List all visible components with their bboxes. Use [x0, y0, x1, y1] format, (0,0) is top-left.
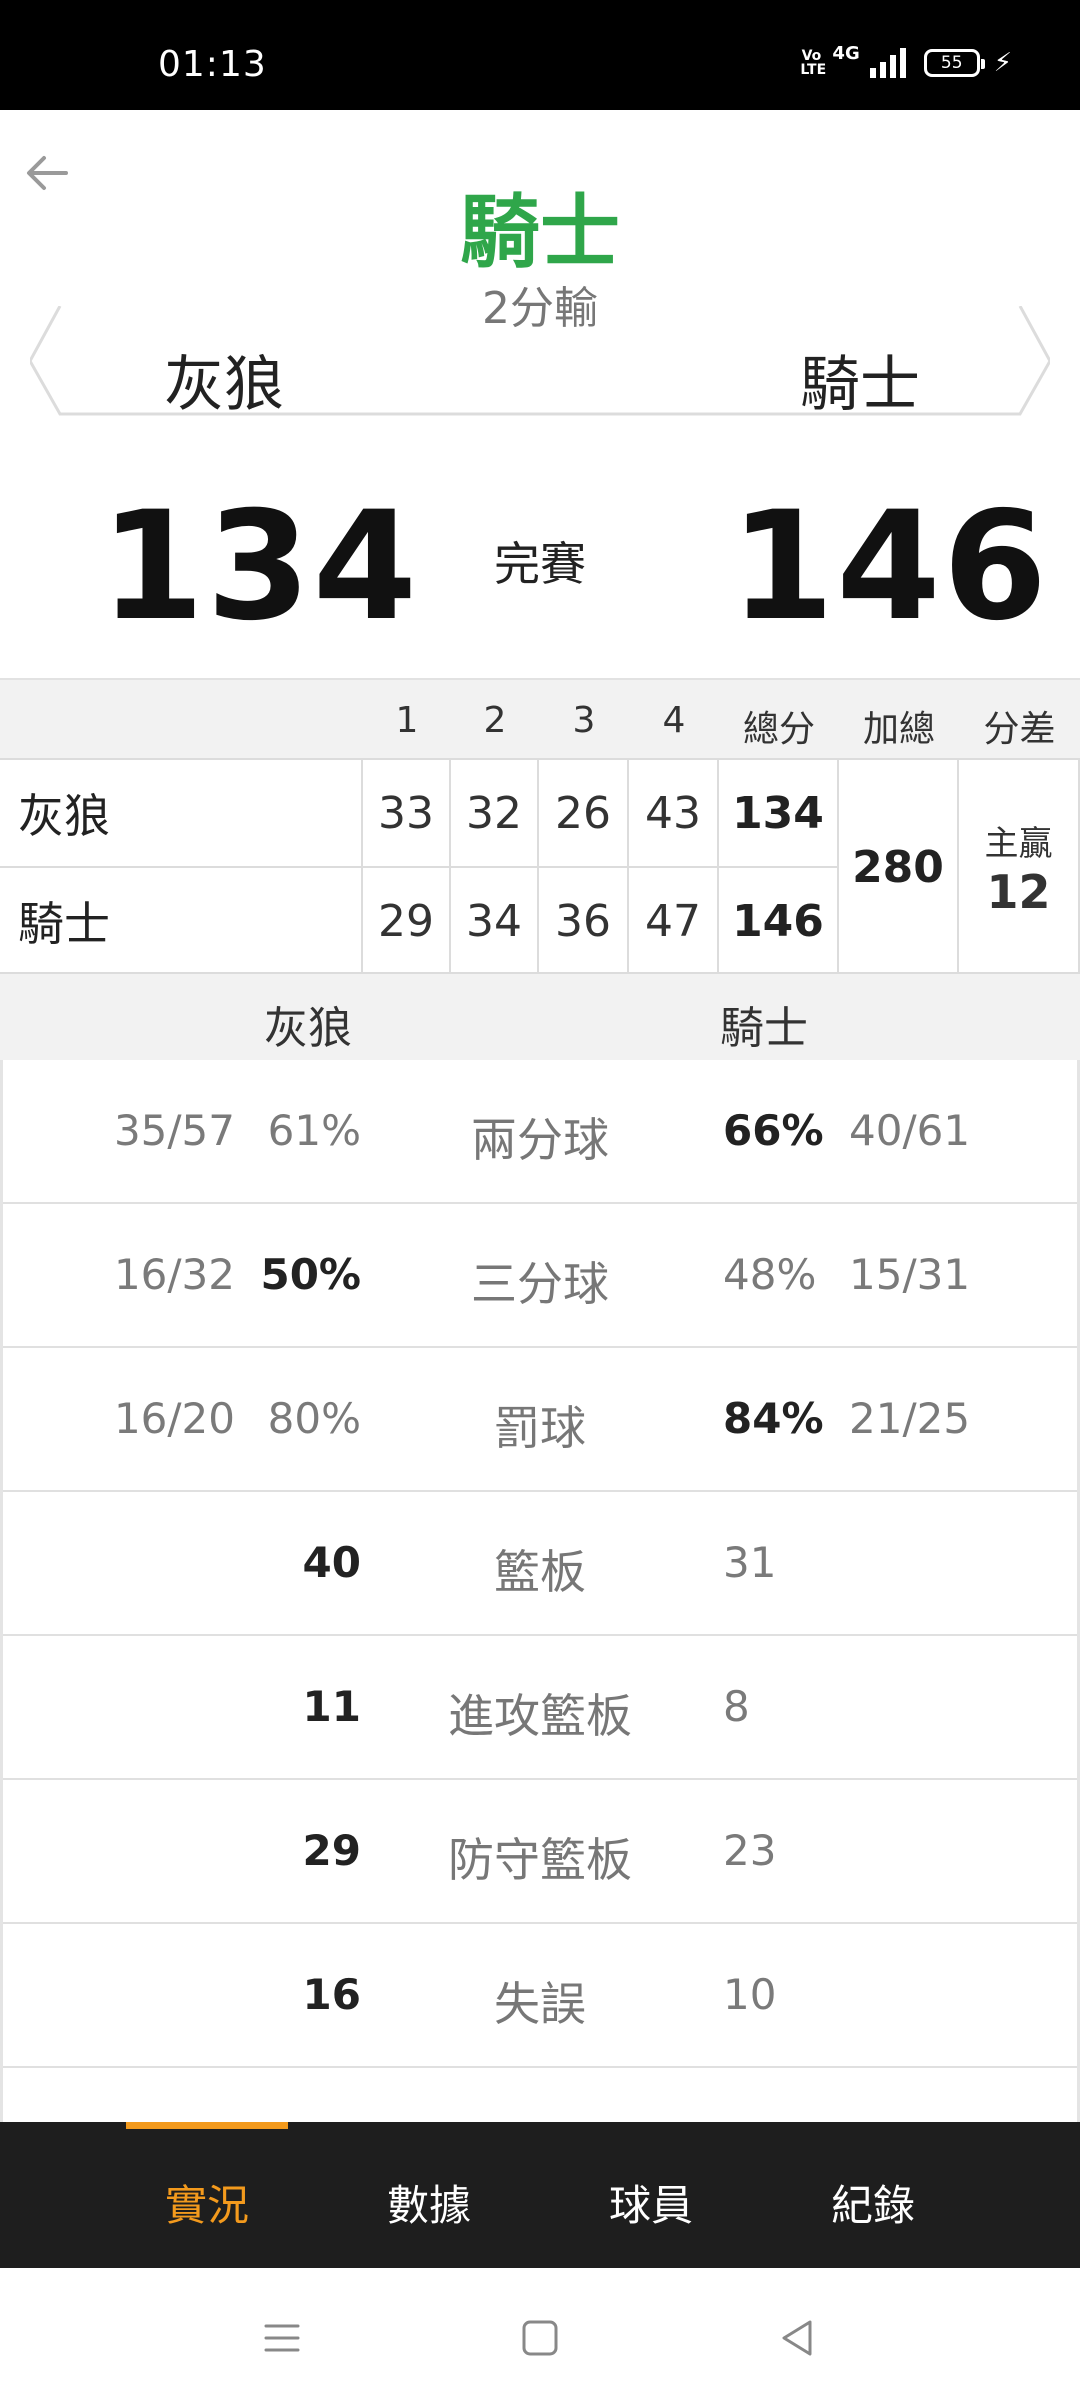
team-stats-list[interactable]: 35/57 61% 兩分球 66% 40/61 16/32 50% 三分球 48…: [0, 1060, 1080, 2122]
linescore-cell: 32: [451, 760, 539, 868]
stat-row-partial: [3, 2068, 1077, 2122]
stat-row-rebounds: 40 籃板 31: [3, 1492, 1077, 1636]
status-time: 01:13: [158, 44, 267, 85]
linescore-cell: 33: [363, 760, 451, 868]
home-stat-value: 10: [723, 1970, 777, 2019]
tab-stats[interactable]: 數據: [329, 2172, 529, 2233]
stat-label: 籃板: [494, 1545, 586, 1599]
linescore-body: 灰狼 33 32 26 43 134 騎士 29 34 36 47 146 28…: [0, 758, 1080, 976]
home-made-attempted: 40/61: [849, 1106, 971, 1155]
linescore-cell: 43: [629, 760, 719, 868]
home-made-attempted: 21/25: [849, 1394, 971, 1443]
bottom-tab-bar: 實況 數據 球員 紀錄: [0, 2122, 1080, 2268]
diff-label: 主贏: [984, 823, 1053, 864]
matchup-banner: 灰狼 騎士: [30, 306, 1050, 420]
stat-row-three-pointers: 16/32 50% 三分球 48% 15/31: [3, 1204, 1077, 1348]
charging-icon: ⚡: [993, 48, 1012, 78]
linescore-cell: 26: [539, 760, 629, 868]
home-stat-value: 8: [723, 1682, 750, 1731]
linescore-diff: 主贏 12: [959, 760, 1080, 976]
home-stat-value: 31: [723, 1538, 777, 1587]
linescore-team-home: 騎士: [0, 868, 363, 976]
linescore-combined: 280: [839, 760, 959, 976]
stat-row-defensive-rebounds: 29 防守籃板 23: [3, 1780, 1077, 1924]
home-score: 146: [730, 480, 1050, 654]
stat-row-two-pointers: 35/57 61% 兩分球 66% 40/61: [3, 1060, 1077, 1204]
home-stat-value: 84%: [723, 1394, 824, 1443]
system-nav-bar: [0, 2268, 1080, 2400]
stat-label: 防守籃板: [448, 1833, 632, 1887]
triangle-back-icon[interactable]: [768, 2308, 828, 2368]
col-q3: 3: [572, 700, 596, 741]
linescore-team-away: 灰狼: [0, 760, 363, 868]
col-total: 總分: [742, 709, 815, 750]
linescore-total-away: 134: [719, 760, 839, 868]
linescore-cell: 29: [363, 868, 451, 976]
diff-value: 12: [986, 864, 1051, 919]
status-icons: Vo LTE 4G 55 ⚡: [800, 43, 1012, 78]
tab-players[interactable]: 球員: [551, 2172, 751, 2233]
menu-icon[interactable]: [252, 2308, 312, 2368]
home-stat-value: 23: [723, 1826, 777, 1875]
linescore-header: 1 2 3 4 總分 加總 分差: [0, 678, 1080, 758]
linescore-cell: 47: [629, 868, 719, 976]
stats-home-team: 騎士: [720, 1003, 808, 1054]
linescore-cell: 34: [451, 868, 539, 976]
stats-away-team: 灰狼: [264, 1003, 352, 1054]
stat-row-turnovers: 16 失誤 10: [3, 1924, 1077, 2068]
home-team-name[interactable]: 騎士: [800, 336, 920, 423]
col-q4: 4: [662, 700, 686, 741]
stat-label: 失誤: [494, 1977, 586, 2031]
stat-row-offensive-rebounds: 11 進攻籃板 8: [3, 1636, 1077, 1780]
away-team-name[interactable]: 灰狼: [164, 336, 284, 423]
stat-row-free-throws: 16/20 80% 罰球 84% 21/25: [3, 1348, 1077, 1492]
network-type-icon: 4G: [832, 42, 860, 64]
home-made-attempted: 15/31: [849, 1250, 971, 1299]
tab-live[interactable]: 實況: [107, 2172, 307, 2233]
col-diff: 分差: [983, 709, 1056, 750]
winner-team: 騎士: [460, 186, 620, 279]
signal-icon: [869, 48, 906, 78]
tab-records[interactable]: 紀錄: [773, 2172, 973, 2233]
volte-icon: Vo LTE: [800, 48, 827, 78]
linescore-table: 1 2 3 4 總分 加總 分差 灰狼 33 32 26 43 134 騎士 2…: [0, 678, 1080, 976]
linescore-cell: 36: [539, 868, 629, 976]
col-combined: 加總: [862, 709, 935, 750]
linescore-total-home: 146: [719, 868, 839, 976]
col-q1: 1: [395, 700, 419, 741]
col-q2: 2: [483, 700, 507, 741]
active-tab-indicator: [126, 2122, 288, 2129]
status-bar: 01:13 Vo LTE 4G 55 ⚡: [0, 0, 1080, 110]
home-stat-value: 48%: [723, 1250, 817, 1299]
stat-label: 進攻籃板: [448, 1689, 632, 1743]
stats-header: 灰狼 騎士: [0, 974, 1080, 1060]
home-stat-value: 66%: [723, 1106, 824, 1155]
battery-icon: 55: [923, 49, 985, 77]
home-square-icon[interactable]: [510, 2308, 570, 2368]
